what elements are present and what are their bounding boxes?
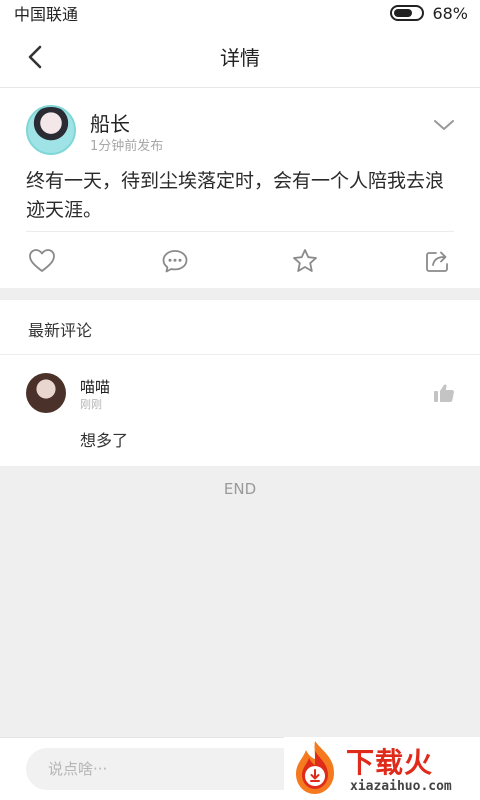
comment-icon: [162, 250, 188, 273]
watermark-url: xiazaihuo.com: [350, 779, 452, 794]
page-title: 详情: [220, 46, 260, 70]
expand-button[interactable]: [430, 114, 458, 136]
post-content: 终有一天，待到尘埃落定时，会有一个人陪我去浪迹天涯。: [26, 170, 445, 221]
comments-section: 最新评论 喵喵 刚刚 想多了: [0, 300, 480, 466]
post-time: 1分钟前发布: [90, 139, 164, 154]
comment-input[interactable]: [26, 748, 306, 790]
post-card: 船长 1分钟前发布 终有一天，待到尘埃落定时，会有一个人陪我去浪迹天涯。: [0, 88, 480, 288]
chevron-left-icon: [28, 45, 42, 69]
battery-percent: 68%: [432, 3, 468, 23]
like-button[interactable]: [26, 245, 58, 277]
status-bar: 中国联通 68%: [0, 0, 480, 26]
favorite-button[interactable]: [289, 245, 321, 277]
flame-logo-icon: [296, 741, 334, 794]
end-label: END: [223, 480, 257, 498]
battery-fill: [394, 9, 413, 17]
comment-time: 刚刚: [80, 398, 102, 411]
author-avatar[interactable]: [26, 105, 76, 155]
comment-author-name[interactable]: 喵喵: [80, 376, 110, 397]
latest-comments-title: 最新评论: [28, 321, 93, 340]
post-divider: [26, 231, 454, 232]
battery-icon: [390, 5, 425, 21]
commenter-avatar[interactable]: [26, 373, 66, 413]
site-watermark: 下载火 xiazaihuo.com: [284, 737, 480, 800]
watermark-title: 下载火: [346, 746, 434, 779]
heart-icon: [29, 249, 55, 272]
star-icon: [293, 249, 317, 272]
share-icon: [426, 251, 448, 272]
thumbs-up-icon: [434, 384, 454, 402]
comments-divider: [0, 354, 480, 355]
status-right: 68%: [390, 4, 468, 23]
post-author-name[interactable]: 船长: [90, 108, 130, 137]
chevron-down-icon: [434, 120, 454, 130]
comment-button[interactable]: [159, 245, 191, 277]
back-button[interactable]: [18, 40, 52, 74]
carrier-label: 中国联通: [14, 5, 79, 24]
share-button[interactable]: [422, 245, 454, 277]
navigation-bar: 详情: [0, 26, 480, 88]
comment-text: 想多了: [80, 431, 129, 450]
comment-like-button[interactable]: [432, 381, 456, 405]
